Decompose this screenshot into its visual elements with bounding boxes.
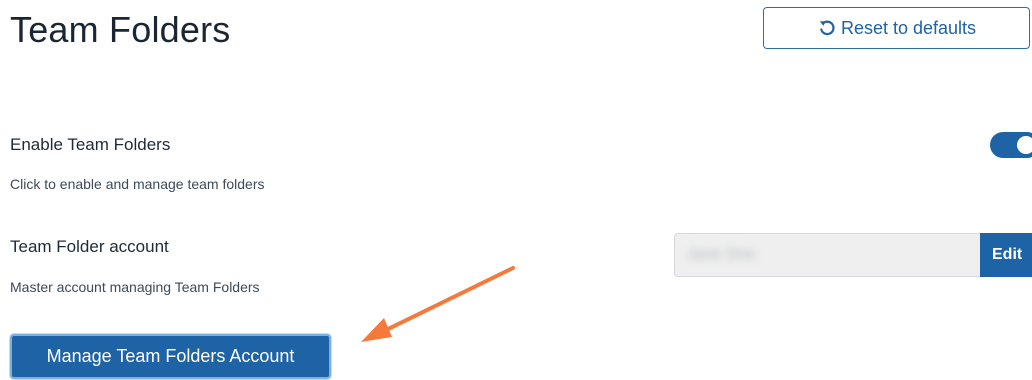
- team-folders-settings-page: Team Folders Reset to defaults Enable Te…: [0, 0, 1032, 380]
- reset-to-defaults-label: Reset to defaults: [840, 17, 977, 38]
- reset-icon: [817, 18, 837, 38]
- team-folder-account-label: Team Folder account: [10, 237, 169, 256]
- edit-account-button[interactable]: Edit: [980, 233, 1032, 277]
- reset-to-defaults-button[interactable]: Reset to defaults: [763, 7, 1030, 49]
- enable-team-folders-toggle[interactable]: [990, 132, 1032, 158]
- manage-team-folders-account-button[interactable]: Manage Team Folders Account: [10, 334, 331, 379]
- enable-team-folders-description: Click to enable and manage team folders: [10, 176, 265, 192]
- page-title: Team Folders: [10, 9, 231, 50]
- account-value-redacted: Jane Doe: [687, 246, 756, 263]
- team-folder-account-field[interactable]: Jane Doe: [674, 233, 980, 277]
- toggle-knob: [1017, 136, 1032, 154]
- enable-team-folders-label: Enable Team Folders: [10, 135, 171, 154]
- team-folder-account-description: Master account managing Team Folders: [10, 279, 260, 295]
